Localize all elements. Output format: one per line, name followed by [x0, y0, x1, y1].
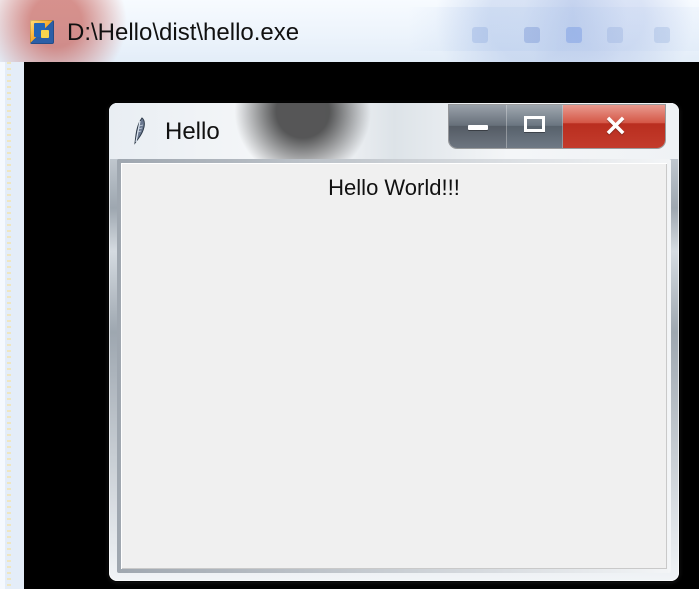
hello-window[interactable]: Hello × Hello World!!! [109, 103, 679, 581]
background-toolbar [436, 10, 696, 50]
feather-icon [134, 117, 145, 145]
console-title-bar: D:\Hello\dist\hello.exe [0, 0, 699, 62]
background-toolbar-icon [472, 27, 488, 43]
window-client-area: Hello World!!! [121, 163, 667, 569]
window-client-frame: Hello World!!! [117, 159, 671, 573]
background-toolbar-icon [524, 27, 540, 43]
desktop-screen: D:\Hello\dist\hello.exe Hello × Hello Wo… [0, 0, 699, 589]
hello-title-bar[interactable]: Hello × [109, 103, 679, 159]
background-toolbar-icon [654, 27, 670, 43]
left-window-edge [0, 62, 24, 589]
console-window-title: D:\Hello\dist\hello.exe [67, 19, 300, 46]
python-console-icon [30, 20, 54, 44]
close-button[interactable]: × [563, 105, 665, 148]
background-toolbar-icon [607, 27, 623, 43]
minimize-icon [468, 125, 488, 130]
window-caption-buttons: × [449, 105, 665, 148]
maximize-button[interactable] [507, 105, 563, 148]
hello-message: Hello World!!! [328, 175, 460, 200]
hello-window-title: Hello [165, 118, 220, 145]
close-icon: × [603, 108, 629, 143]
background-toolbar-icon [566, 27, 582, 43]
maximize-icon [524, 116, 545, 132]
minimize-button[interactable] [449, 105, 507, 148]
